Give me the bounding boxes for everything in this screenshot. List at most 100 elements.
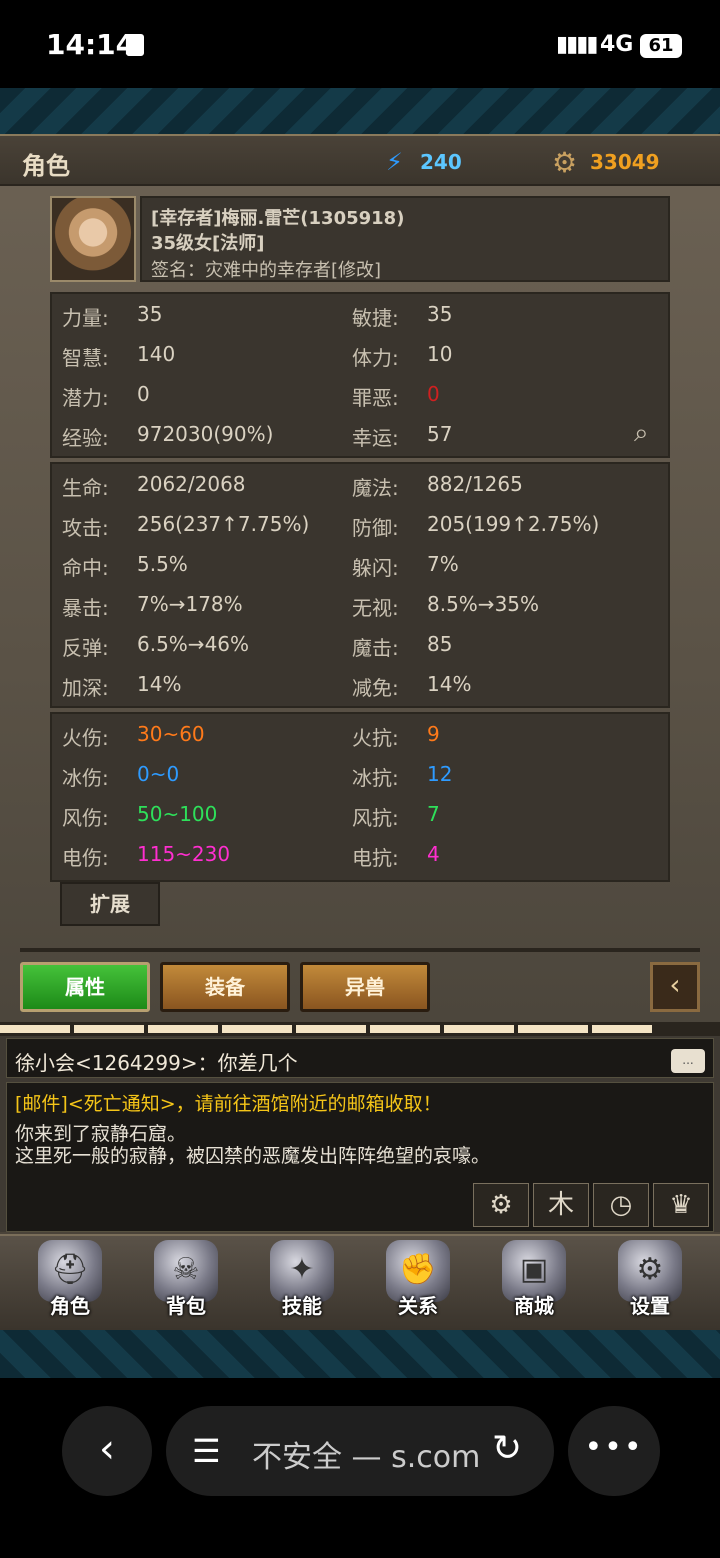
tab-equipment[interactable]: 装备 — [160, 962, 290, 1012]
search-icon[interactable]: ⌕ — [634, 418, 649, 449]
stat-value: 8.5%→35% — [427, 592, 540, 616]
electric-resist-value: 4 — [427, 842, 440, 866]
fire-damage-value: 30~60 — [137, 722, 205, 746]
gear-currency-icon: ⚙ — [552, 146, 578, 179]
stat-value: 57 — [427, 422, 453, 446]
tree-icon[interactable]: 木 — [533, 1183, 589, 1227]
tab-beast[interactable]: 异兽 — [300, 962, 430, 1012]
expand-button[interactable]: 扩展 — [60, 882, 160, 926]
nav-settings[interactable]: ⚙ 设置 — [600, 1240, 700, 1328]
gold-counter: 33049 — [590, 150, 660, 174]
signal-icon: ▮▮▮▮ — [556, 32, 598, 57]
stat-label: 冰伤: — [62, 766, 109, 790]
nav-relations[interactable]: ✊ 关系 — [368, 1240, 468, 1328]
browser-toolbar: ‹ ☰ 不安全 — s.com ↻ ••• — [0, 1378, 720, 1558]
decorative-border-top — [0, 88, 720, 134]
stat-label: 减免: — [352, 676, 399, 700]
stat-label: 魔击: — [352, 636, 399, 660]
avatar[interactable] — [50, 196, 136, 282]
ice-damage-value: 0~0 — [137, 762, 180, 786]
nav-label: 商城 — [514, 1294, 554, 1318]
stat-label: 魔法: — [352, 476, 399, 500]
ice-resist-value: 12 — [427, 762, 453, 786]
stat-value: 972030(90%) — [137, 422, 274, 446]
nav-label: 背包 — [166, 1294, 206, 1318]
browser-back-button[interactable]: ‹ — [62, 1406, 152, 1496]
stat-value: 35 — [137, 302, 163, 326]
stat-value: 2062/2068 — [137, 472, 246, 496]
log-line: 这里死一般的寂静，被囚禁的恶魔发出阵阵绝望的哀嚎。 — [15, 1145, 491, 1167]
battery-icon: 61 — [640, 34, 682, 58]
stat-label: 命中: — [62, 556, 109, 580]
lightning-icon: ⚡ — [386, 148, 403, 176]
stat-label: 敏捷: — [352, 306, 399, 330]
stat-label: 力量: — [62, 306, 109, 330]
profile-card: [幸存者]梅丽.雷芒(1305918) 35级女[法师] 签名：灾难中的幸存者[… — [140, 196, 670, 282]
combat-stats-box: 生命: 2062/2068 魔法: 882/1265 攻击: 256(237↑7… — [50, 462, 670, 708]
character-name: [幸存者]梅丽.雷芒(1305918) — [151, 208, 405, 229]
nav-label: 技能 — [282, 1294, 322, 1318]
address-bar[interactable]: ☰ 不安全 — s.com ↻ — [166, 1406, 554, 1496]
stat-label: 冰抗: — [352, 766, 399, 790]
status-bar: 14:14 ▮▮▮▮ 4G 61 — [0, 0, 720, 88]
stat-label: 经验: — [62, 426, 109, 450]
collapse-button[interactable]: ‹ — [650, 962, 700, 1012]
chevron-left-icon: ‹ — [669, 968, 681, 1001]
chat-whisper[interactable]: 徐小会<1264299>：你差几个 ... — [6, 1038, 714, 1078]
nav-label: 角色 — [50, 1294, 90, 1318]
stat-label: 电抗: — [352, 846, 399, 870]
clock-icon[interactable]: ◷ — [593, 1183, 649, 1227]
stat-value: 205(199↑2.75%) — [427, 512, 600, 536]
chat-area: 徐小会<1264299>：你差几个 ... [邮件]<死亡通知>，请前往酒馆附近… — [0, 1036, 720, 1232]
nav-shop[interactable]: ▣ 商城 — [484, 1240, 584, 1328]
stat-value: 6.5%→46% — [137, 632, 250, 656]
message-log: [邮件]<死亡通知>，请前往酒馆附近的邮箱收取！ 你来到了寂静石窟。 这里死一般… — [6, 1082, 714, 1232]
gear-settings-icon[interactable]: ⚙ — [473, 1183, 529, 1227]
mail-notice[interactable]: [邮件]<死亡通知>，请前往酒馆附近的邮箱收取！ — [15, 1089, 442, 1116]
stat-value: 256(237↑7.75%) — [137, 512, 310, 536]
fire-resist-value: 9 — [427, 722, 440, 746]
stat-value: 85 — [427, 632, 453, 656]
chat-bubble-icon[interactable]: ... — [671, 1049, 705, 1073]
tab-attributes[interactable]: 属性 — [20, 962, 150, 1012]
reload-icon[interactable]: ↻ — [492, 1428, 522, 1469]
stat-label: 生命: — [62, 476, 109, 500]
stat-label: 暴击: — [62, 596, 109, 620]
stat-label: 风伤: — [62, 806, 109, 830]
panel-header: 角色 ⚡ 240 ⚙ 33049 — [0, 134, 720, 186]
trophy-icon[interactable]: ♛ — [653, 1183, 709, 1227]
page-title: 角色 — [22, 152, 70, 180]
mana-counter: 240 — [420, 150, 462, 174]
stat-label: 反弹: — [62, 636, 109, 660]
sim-icon — [126, 34, 144, 56]
chevron-left-icon: ‹ — [99, 1426, 115, 1472]
element-stats-box: 火伤: 30~60 火抗: 9 冰伤: 0~0 冰抗: 12 风伤: 50~10… — [50, 712, 670, 882]
wind-resist-value: 7 — [427, 802, 440, 826]
electric-damage-value: 115~230 — [137, 842, 231, 866]
stat-label: 躲闪: — [352, 556, 399, 580]
nav-skills[interactable]: ✦ 技能 — [252, 1240, 352, 1328]
divider — [20, 948, 700, 952]
bottom-nav: ⛑ 角色 ☠ 背包 ✦ 技能 ✊ 关系 ▣ 商城 ⚙ 设置 — [0, 1234, 720, 1330]
quick-actions: ⚙ 木 ◷ ♛ — [473, 1183, 713, 1227]
stat-value: 5.5% — [137, 552, 188, 576]
more-icon: ••• — [584, 1430, 644, 1465]
stat-value: 14% — [137, 672, 182, 696]
nav-character[interactable]: ⛑ 角色 — [20, 1240, 120, 1328]
stat-value: 35 — [427, 302, 453, 326]
stat-label: 火伤: — [62, 726, 109, 750]
browser-menu-button[interactable]: ••• — [568, 1406, 660, 1496]
page-menu-icon[interactable]: ☰ — [192, 1432, 221, 1470]
nav-backpack[interactable]: ☠ 背包 — [136, 1240, 236, 1328]
nav-label: 设置 — [630, 1294, 670, 1318]
stat-label: 电伤: — [62, 846, 109, 870]
signature-edit[interactable]: 签名：灾难中的幸存者[修改] — [151, 256, 381, 282]
stat-value: 7%→178% — [137, 592, 243, 616]
stat-label: 加深: — [62, 676, 109, 700]
progress-fill — [0, 1025, 652, 1033]
status-time: 14:14 — [46, 28, 136, 61]
character-level: 35级女[法师] — [151, 233, 265, 254]
stat-value: 7% — [427, 552, 459, 576]
character-panel: 角色 ⚡ 240 ⚙ 33049 [幸存者]梅丽.雷芒(1305918) 35级… — [0, 134, 720, 1022]
stat-label: 体力: — [352, 346, 399, 370]
